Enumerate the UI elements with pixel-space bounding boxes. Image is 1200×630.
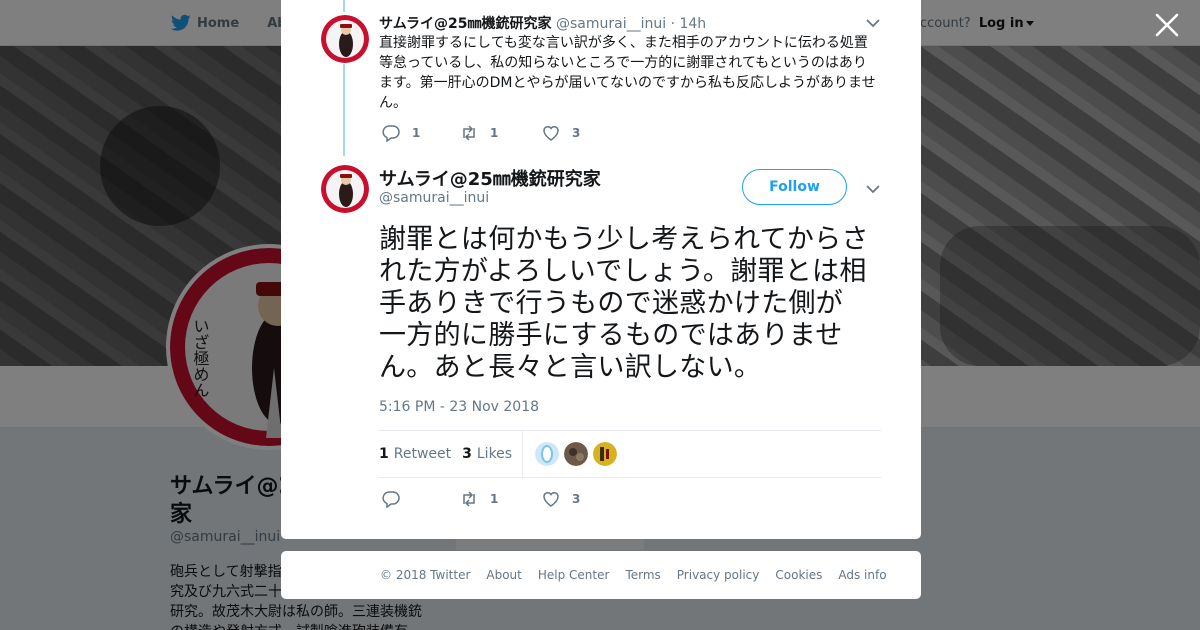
- tweet-modal: サムライ@25㎜機銃研究家 @samurai__inui · 14h 直接謝罪す…: [281, 0, 921, 539]
- follow-button[interactable]: Follow: [742, 169, 847, 205]
- footer: © 2018 Twitter About Help Center Terms P…: [281, 551, 921, 599]
- reply-button[interactable]: [382, 490, 460, 508]
- thread-connector-line: [343, 64, 345, 156]
- retweet-button[interactable]: 1: [460, 490, 542, 508]
- previous-tweet-author-name[interactable]: サムライ@25㎜機銃研究家: [379, 16, 552, 32]
- chevron-down-icon[interactable]: [866, 184, 880, 194]
- previous-tweet-text: 直接謝罪するにしても変な言い訳が多く、また相手のアカウントに伝わる処置等怠ってい…: [379, 35, 876, 111]
- previous-tweet-handle[interactable]: @samurai__inui: [556, 16, 666, 32]
- reply-button[interactable]: 1: [382, 124, 460, 142]
- footer-link-terms[interactable]: Terms: [625, 568, 660, 582]
- avatar[interactable]: [321, 15, 369, 63]
- footer-link-about[interactable]: About: [486, 568, 521, 582]
- reply-icon: [382, 491, 400, 508]
- heart-icon: [543, 492, 559, 507]
- retweet-icon: [463, 125, 475, 141]
- main-tweet-author-name[interactable]: サムライ@25㎜機銃研究家: [379, 165, 601, 191]
- stats-divider: [522, 430, 524, 478]
- like-button[interactable]: 3: [542, 124, 580, 142]
- reply-icon: [382, 125, 400, 142]
- liker-avatar[interactable]: [564, 442, 589, 466]
- previous-tweet-time[interactable]: · 14h: [671, 16, 707, 32]
- tweet-stats: 1 Retweet 3 Likes: [378, 430, 881, 478]
- like-button[interactable]: 3: [542, 490, 580, 508]
- chevron-down-icon[interactable]: [866, 18, 880, 28]
- liker-avatar[interactable]: [593, 442, 618, 466]
- avatar[interactable]: [321, 165, 369, 213]
- close-icon[interactable]: [1154, 12, 1180, 38]
- retweet-icon: [463, 491, 475, 507]
- retweet-stat[interactable]: 1 Retweet: [379, 446, 451, 462]
- main-tweet-handle[interactable]: @samurai__inui: [379, 190, 489, 206]
- footer-link-privacy-policy[interactable]: Privacy policy: [677, 568, 760, 582]
- likes-stat[interactable]: 3 Likes: [462, 446, 512, 462]
- main-tweet-actions: 1 3: [382, 490, 580, 508]
- previous-tweet-header: サムライ@25㎜機銃研究家 @samurai__inui · 14h: [379, 13, 706, 33]
- previous-tweet-actions: 1 1 3: [382, 124, 580, 142]
- footer-link-ads-info[interactable]: Ads info: [838, 568, 886, 582]
- footer-copyright: © 2018 Twitter: [380, 568, 471, 582]
- main-tweet-timestamp[interactable]: 5:16 PM - 23 Nov 2018: [379, 399, 539, 415]
- footer-link-help-center[interactable]: Help Center: [538, 568, 610, 582]
- retweet-button[interactable]: 1: [460, 124, 542, 142]
- main-tweet-text: 謝罪とは何かもう少し考えられてからされた方がよろしいでしょう。謝罪とは相手ありき…: [379, 224, 869, 383]
- liker-avatar[interactable]: [535, 442, 560, 466]
- heart-icon: [543, 126, 559, 141]
- footer-link-cookies[interactable]: Cookies: [775, 568, 822, 582]
